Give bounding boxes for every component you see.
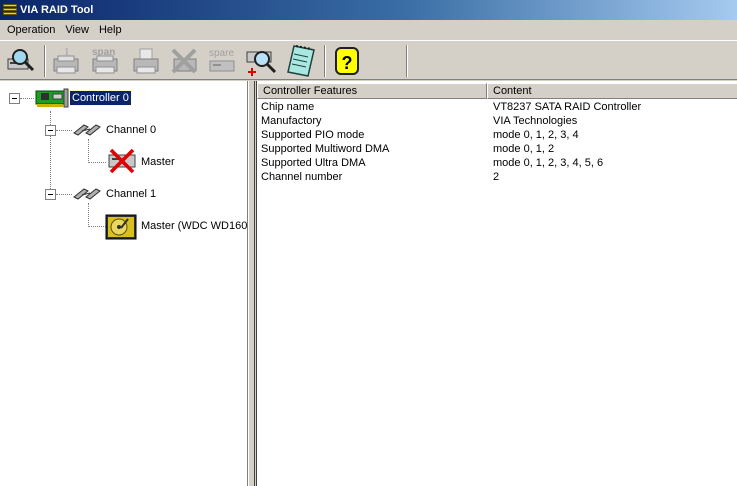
details-list-view[interactable]: Controller Features Content Chip name VT8… [256,81,737,486]
tree-connector [88,203,89,227]
table-row[interactable]: Supported PIO mode mode 0, 1, 2, 3, 4 [257,128,737,142]
app-window: VIA RAID Tool Operation View Help 1 span… [0,0,737,486]
view-log-button[interactable] [284,44,320,78]
feature-name-cell: Manufactory [261,115,322,127]
tree-connector [88,139,89,163]
toolbar-separator [324,45,326,77]
menu-operation[interactable]: Operation [2,24,60,36]
device-scan-button[interactable] [4,44,40,78]
controller-card-icon [35,88,69,108]
feature-name-cell: Supported PIO mode [261,129,365,141]
tree-connector [20,98,34,99]
create-raid0-button[interactable] [128,44,164,78]
table-row[interactable]: Supported Multiword DMA mode 0, 1, 2 [257,142,737,156]
feature-name-cell: Supported Ultra DMA [261,157,366,169]
tree-node-channel1-master[interactable]: Master (WDC WD1600 [139,219,247,233]
cable-connector-icon [73,124,101,136]
printer-1-icon: 1 [53,46,79,74]
table-row[interactable]: Supported Ultra DMA mode 0, 1, 2, 3, 4, 5… [257,156,737,170]
feature-value-cell: 2 [493,171,500,183]
column-header-features[interactable]: Controller Features [257,83,487,99]
feature-name-cell: Supported Multiword DMA [261,143,390,155]
feature-value-cell: mode 0, 1, 2 [493,143,555,155]
tree-node-channel0-master[interactable]: Master [139,155,177,169]
create-spare-button[interactable]: spare [204,44,240,78]
controller-collapse-toggle[interactable] [9,93,20,104]
missing-drive-icon [108,148,136,174]
feature-name-cell: Chip name [261,101,315,113]
list-rows: Chip name VT8237 SATA RAID Controller Manu… [257,100,737,184]
tree-connector [50,111,51,195]
tree-node-controller[interactable]: Controller 0 [69,90,132,106]
notepad-icon [287,45,315,77]
help-label: ? [342,53,353,73]
toolbar-separator [44,45,46,77]
magnifier-drive-icon [7,49,35,72]
create-span-button[interactable]: span [88,44,124,78]
spare-label: spare [209,48,234,59]
table-row[interactable]: Manufactory VIA Technologies [257,114,737,128]
menu-bar: Operation View Help [0,20,737,39]
tree-connector [56,194,72,195]
help-button[interactable]: ? [329,44,365,78]
pane-splitter[interactable] [248,81,255,486]
feature-value-cell: VT8237 SATA RAID Controller [493,101,642,113]
cable-connector-icon [73,188,101,200]
delete-raid-button[interactable] [166,44,202,78]
window-title: VIA RAID Tool [20,4,94,16]
toolbar: 1 span spare ? [0,40,737,80]
tree-node-channel-1[interactable]: Channel 1 [104,187,158,201]
table-row[interactable]: Chip name VT8237 SATA RAID Controller [257,100,737,114]
zoom-add-icon [246,51,277,76]
feature-value-cell: mode 0, 1, 2, 3, 4, 5, 6 [493,157,604,169]
title-bar[interactable]: VIA RAID Tool [0,0,737,20]
hard-disk-icon [105,214,137,240]
menu-help[interactable]: Help [94,24,127,36]
create-raid1-button[interactable]: 1 [48,44,84,78]
spare-icon: spare [209,48,235,72]
channel0-collapse-toggle[interactable] [45,125,56,136]
device-tree[interactable]: Controller 0 Channel 0 Master Channel 1 [0,81,248,486]
column-header-content[interactable]: Content [487,83,737,99]
tree-connector [88,162,106,163]
tree-connector [56,130,72,131]
feature-name-cell: Channel number [261,171,343,183]
channel1-collapse-toggle[interactable] [45,189,56,200]
printer-icon [133,48,159,74]
app-icon [3,4,17,16]
menu-view[interactable]: View [60,24,94,36]
feature-value-cell: mode 0, 1, 2, 3, 4 [493,129,579,141]
delete-x-icon [171,48,197,74]
feature-value-cell: VIA Technologies [493,115,578,127]
view-detail-button[interactable] [244,44,280,78]
toolbar-separator [406,45,408,77]
printer-span-icon: span [92,47,118,74]
tree-node-channel-0[interactable]: Channel 0 [104,123,158,137]
list-header: Controller Features Content [257,83,737,99]
help-question-icon: ? [335,47,359,75]
table-row[interactable]: Channel number 2 [257,170,737,184]
